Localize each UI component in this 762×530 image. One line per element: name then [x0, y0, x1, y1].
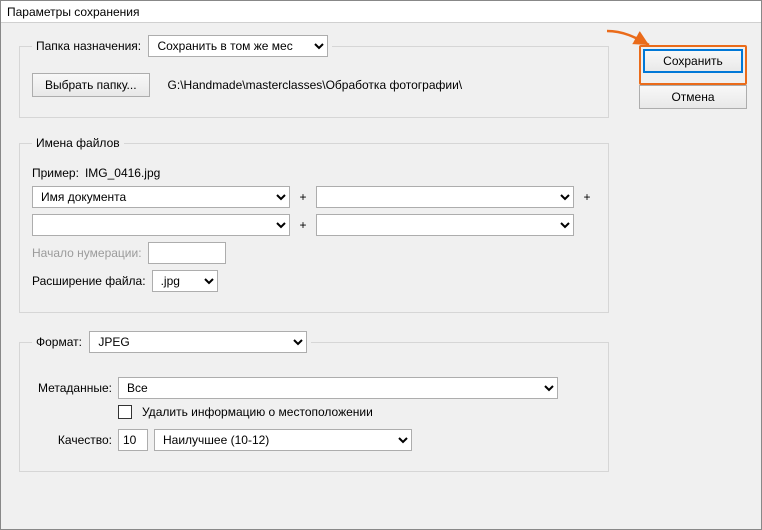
remove-location-label: Удалить информацию о местоположении: [142, 405, 373, 419]
format-select[interactable]: JPEG: [89, 331, 307, 353]
choose-folder-button[interactable]: Выбрать папку...: [32, 73, 150, 97]
remove-location-checkbox[interactable]: [118, 405, 132, 419]
cancel-button[interactable]: Отмена: [639, 85, 747, 109]
start-number-label: Начало нумерации:: [32, 246, 142, 260]
window-title: Параметры сохранения: [1, 1, 761, 23]
save-button[interactable]: Сохранить: [643, 49, 743, 73]
quality-number-input[interactable]: [118, 429, 148, 451]
plus-icon: +: [296, 190, 310, 204]
format-legend: Формат: JPEG: [32, 331, 311, 353]
dialog-window: Параметры сохранения Папка назначения: С…: [0, 0, 762, 530]
extension-label: Расширение файла:: [32, 274, 146, 288]
example-label: Пример:: [32, 166, 79, 180]
filenames-group: Имена файлов Пример: IMG_0416.jpg Имя до…: [19, 136, 609, 313]
name-field-4-select[interactable]: [316, 214, 574, 236]
format-group: Формат: JPEG Метаданные: Все Удалить инф…: [19, 331, 609, 472]
quality-label: Качество:: [32, 433, 112, 447]
plus-icon: +: [580, 190, 594, 204]
filenames-legend: Имена файлов: [32, 136, 124, 150]
quality-preset-select[interactable]: Наилучшее (10-12): [154, 429, 412, 451]
metadata-label: Метаданные:: [32, 381, 112, 395]
start-number-input: [148, 242, 226, 264]
metadata-select[interactable]: Все: [118, 377, 558, 399]
save-button-highlight: Сохранить: [639, 45, 747, 85]
destination-mode-select[interactable]: Сохранить в том же месте: [148, 35, 328, 57]
name-field-2-select[interactable]: [316, 186, 574, 208]
extension-select[interactable]: .jpg: [152, 270, 218, 292]
name-field-3-select[interactable]: [32, 214, 290, 236]
destination-legend: Папка назначения: Сохранить в том же мес…: [32, 35, 332, 57]
example-value: IMG_0416.jpg: [85, 166, 160, 180]
destination-path: G:\Handmade\masterclasses\Обработка фото…: [168, 78, 463, 92]
name-field-1-select[interactable]: Имя документа: [32, 186, 290, 208]
destination-group: Папка назначения: Сохранить в том же мес…: [19, 35, 609, 118]
plus-icon: +: [296, 218, 310, 232]
